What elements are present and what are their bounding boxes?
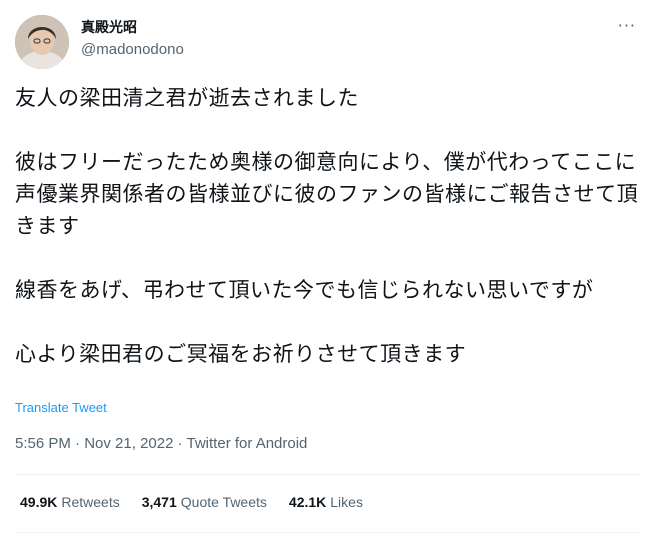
tweet-text: 友人の梁田清之君が逝去されました 彼はフリーだったため奥様の御意向により、僕が代… [15,86,639,366]
meta-separator: · [70,435,85,452]
author-info[interactable]: 真殿光昭 @madonodono [81,18,184,60]
avatar[interactable] [15,15,69,69]
tweet-metadata: 5:56 PM · Nov 21, 2022 · Twitter for And… [15,435,307,452]
quote-tweets-count: 3,471 [141,494,177,510]
retweets-stat[interactable]: 49.9K Retweets [20,494,120,510]
display-name[interactable]: 真殿光昭 [81,18,184,38]
tweet-source[interactable]: Twitter for Android [187,435,308,452]
meta-separator: · [173,435,187,452]
quote-tweets-label: Quote Tweets [180,494,267,510]
translate-tweet-link[interactable]: Translate Tweet [15,400,107,415]
retweets-count: 49.9K [20,494,58,510]
likes-label: Likes [330,494,363,510]
avatar-image [15,15,69,69]
tweet-date[interactable]: Nov 21, 2022 [84,435,173,452]
tweet-time[interactable]: 5:56 PM [15,435,71,452]
quote-tweets-stat[interactable]: 3,471 Quote Tweets [142,494,267,510]
divider [15,532,641,533]
likes-stat[interactable]: 42.1K Likes [289,494,363,510]
tweet-stats: 49.9K Retweets 3,471 Quote Tweets 42.1K Lik… [20,494,363,510]
more-horizontal-icon[interactable]: ··· [618,16,636,35]
divider [15,474,641,475]
user-handle[interactable]: @madonodono [81,40,184,60]
retweets-label: Retweets [61,494,120,510]
tweet: 真殿光昭 @madonodono ··· 友人の梁田清之君が逝去されました 彼は… [0,0,656,536]
likes-count: 42.1K [288,494,327,510]
